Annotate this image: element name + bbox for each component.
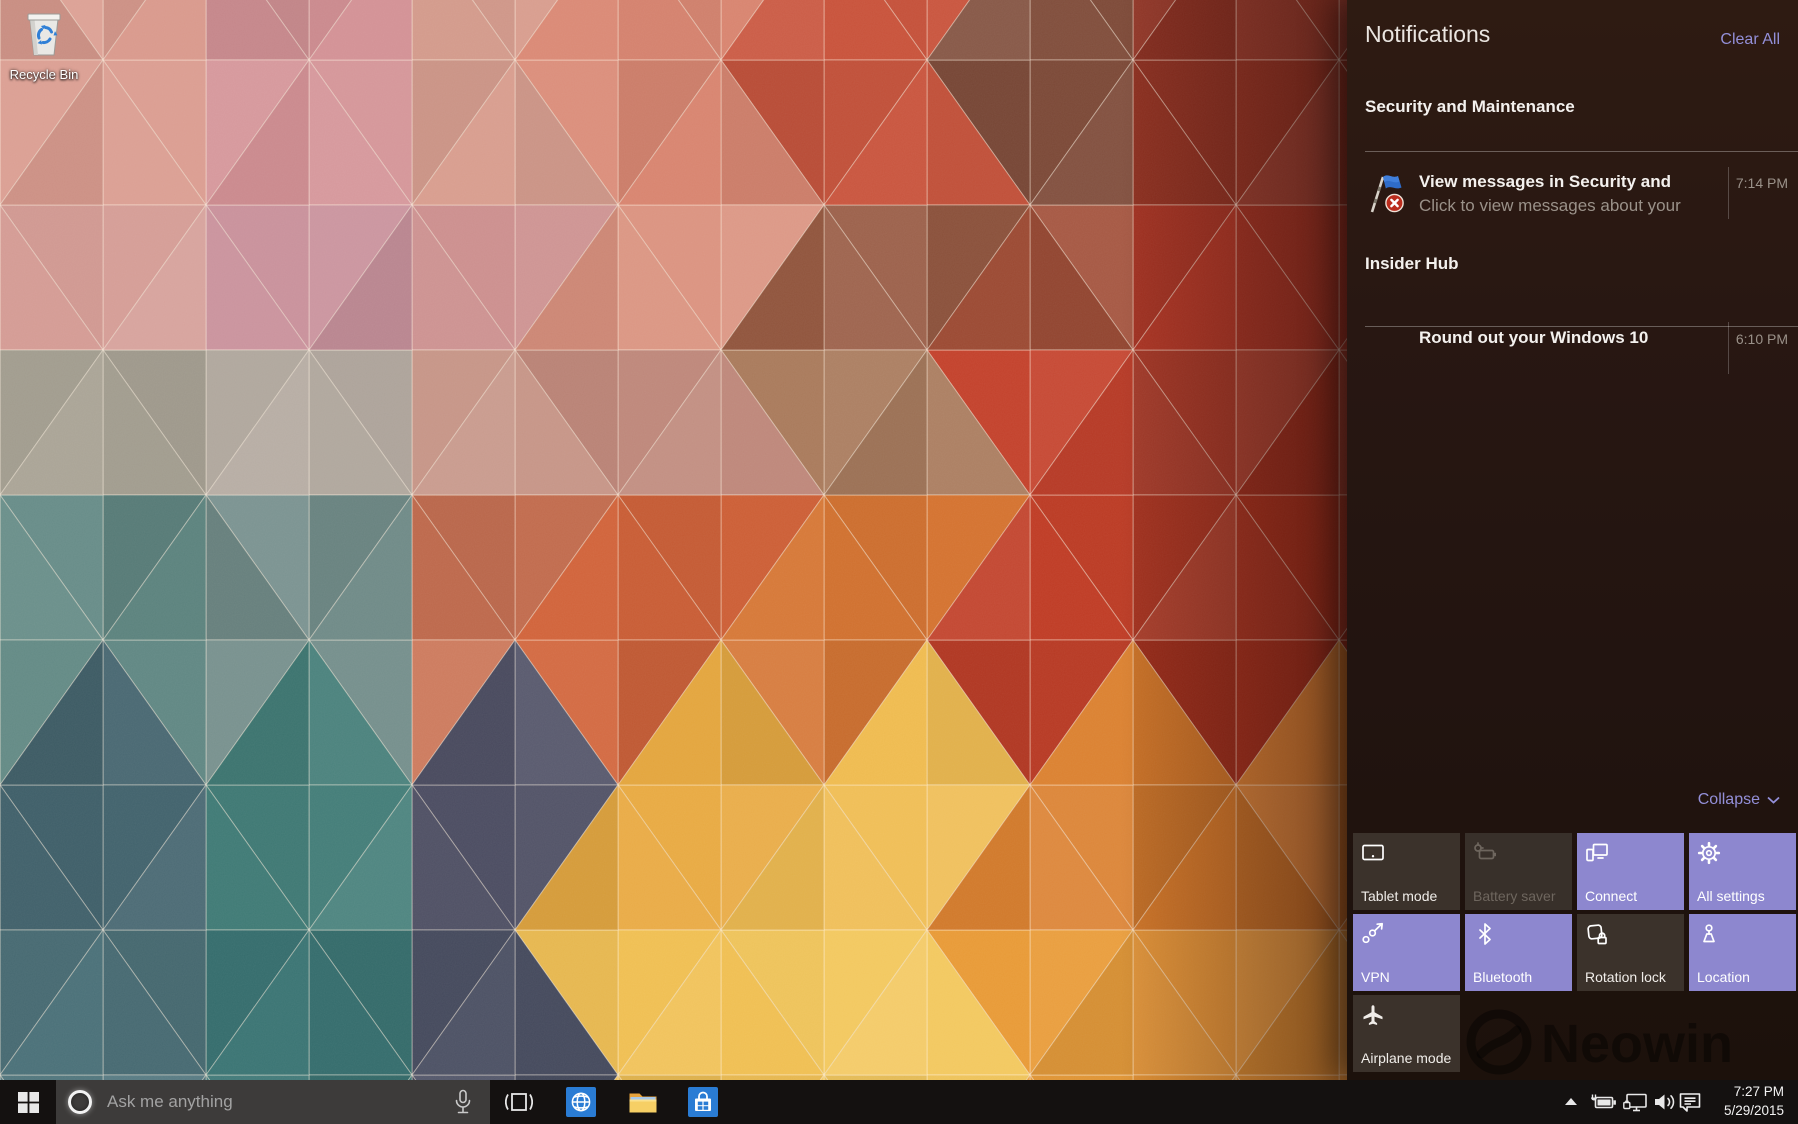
notification-title: View messages in Security and bbox=[1419, 172, 1671, 191]
connect-icon bbox=[1585, 841, 1609, 865]
divider bbox=[1365, 151, 1798, 152]
desktop: Recycle Bin Notifications Clear All Secu… bbox=[0, 0, 1798, 1124]
microphone-icon[interactable] bbox=[454, 1089, 472, 1121]
quick-action-airplane-mode[interactable]: Airplane mode bbox=[1353, 995, 1460, 1072]
chevron-up-icon bbox=[1565, 1098, 1577, 1105]
taskbar: Ask me anything 7:27 PM 5/29/2015 bbox=[0, 1080, 1798, 1124]
notification-time: 6:10 PM bbox=[1735, 331, 1788, 347]
search-placeholder: Ask me anything bbox=[107, 1092, 233, 1111]
tray-battery-button[interactable] bbox=[1588, 1080, 1618, 1124]
windows-logo-icon bbox=[17, 1091, 39, 1113]
file-explorer-button[interactable] bbox=[626, 1080, 660, 1124]
divider bbox=[1728, 322, 1729, 374]
quick-action-label: Bluetooth bbox=[1473, 969, 1533, 985]
tablet-mode-icon bbox=[1361, 841, 1385, 865]
clear-all-button[interactable]: Clear All bbox=[1720, 31, 1780, 49]
quick-action-label: All settings bbox=[1697, 888, 1765, 904]
collapse-button[interactable]: Collapse bbox=[1698, 791, 1780, 809]
tray-volume-button[interactable] bbox=[1652, 1080, 1678, 1124]
cortana-icon bbox=[68, 1090, 92, 1114]
divider bbox=[1365, 326, 1798, 327]
recycle-bin-icon[interactable]: Recycle Bin bbox=[4, 8, 84, 82]
start-button[interactable] bbox=[0, 1080, 56, 1124]
folder-icon bbox=[629, 1093, 657, 1113]
chevron-down-icon bbox=[1767, 796, 1780, 804]
airplane-icon bbox=[1361, 1003, 1385, 1027]
quick-action-vpn[interactable]: VPN bbox=[1353, 914, 1460, 991]
tray-action-center-button[interactable] bbox=[1676, 1080, 1704, 1124]
notification-title: Round out your Windows 10 bbox=[1419, 328, 1649, 347]
security-flag-icon bbox=[1366, 170, 1408, 221]
notification-time: 7:14 PM bbox=[1735, 175, 1788, 191]
quick-action-location[interactable]: Location bbox=[1689, 914, 1796, 991]
gear-icon bbox=[1697, 841, 1721, 865]
watermark-text: Neowin bbox=[1541, 1014, 1733, 1074]
store-button[interactable] bbox=[686, 1080, 720, 1124]
quick-action-bluetooth[interactable]: Bluetooth bbox=[1465, 914, 1572, 991]
notification-body: Click to view messages about your bbox=[1419, 196, 1681, 215]
edge-globe-icon bbox=[566, 1087, 596, 1117]
quick-action-label: Battery saver bbox=[1473, 888, 1556, 904]
neowin-watermark: Neowin bbox=[1466, 1009, 1733, 1075]
quick-action-battery-saver[interactable]: Battery saver bbox=[1465, 833, 1572, 910]
group-header-insider-hub: Insider Hub bbox=[1365, 254, 1459, 273]
location-icon bbox=[1697, 922, 1721, 946]
clock-time: 7:27 PM bbox=[1733, 1084, 1784, 1099]
edge-browser-button[interactable] bbox=[564, 1080, 598, 1124]
quick-action-tablet-mode[interactable]: Tablet mode bbox=[1353, 833, 1460, 910]
network-icon bbox=[1623, 1093, 1647, 1112]
group-header-security-maintenance: Security and Maintenance bbox=[1365, 97, 1575, 116]
task-view-icon bbox=[505, 1093, 533, 1111]
tray-show-hidden-icons-button[interactable] bbox=[1562, 1080, 1580, 1124]
quick-action-label: Tablet mode bbox=[1361, 888, 1438, 904]
recycle-bin-label: Recycle Bin bbox=[9, 67, 79, 82]
action-center-icon bbox=[1679, 1093, 1701, 1112]
clock-date: 5/29/2015 bbox=[1723, 1103, 1784, 1118]
quick-action-label: Location bbox=[1697, 969, 1750, 985]
quick-action-rotation-lock[interactable]: Rotation lock bbox=[1577, 914, 1684, 991]
task-view-button[interactable] bbox=[503, 1080, 535, 1124]
action-center-panel: Notifications Clear All Security and Mai… bbox=[1347, 0, 1798, 1080]
quick-action-label: Airplane mode bbox=[1361, 1050, 1452, 1066]
search-input[interactable]: Ask me anything bbox=[56, 1080, 490, 1124]
vpn-icon bbox=[1361, 922, 1385, 946]
quick-action-label: Rotation lock bbox=[1585, 969, 1666, 985]
volume-icon bbox=[1655, 1094, 1675, 1110]
notifications-title: Notifications bbox=[1365, 21, 1491, 47]
quick-action-all-settings[interactable]: All settings bbox=[1689, 833, 1796, 910]
quick-action-connect[interactable]: Connect bbox=[1577, 833, 1684, 910]
quick-action-label: Connect bbox=[1585, 888, 1638, 904]
tray-network-button[interactable] bbox=[1622, 1080, 1650, 1124]
quick-action-label: VPN bbox=[1361, 969, 1390, 985]
battery-icon bbox=[1591, 1094, 1616, 1109]
bluetooth-icon bbox=[1473, 922, 1497, 946]
store-bag-icon bbox=[688, 1087, 718, 1117]
recycle-bin-glyph bbox=[27, 13, 61, 56]
collapse-label: Collapse bbox=[1697, 791, 1760, 808]
rotation-lock-icon bbox=[1585, 922, 1609, 946]
tray-clock[interactable]: 7:27 PM 5/29/2015 bbox=[1708, 1082, 1784, 1122]
battery-saver-icon bbox=[1473, 841, 1497, 865]
divider bbox=[1728, 167, 1729, 219]
